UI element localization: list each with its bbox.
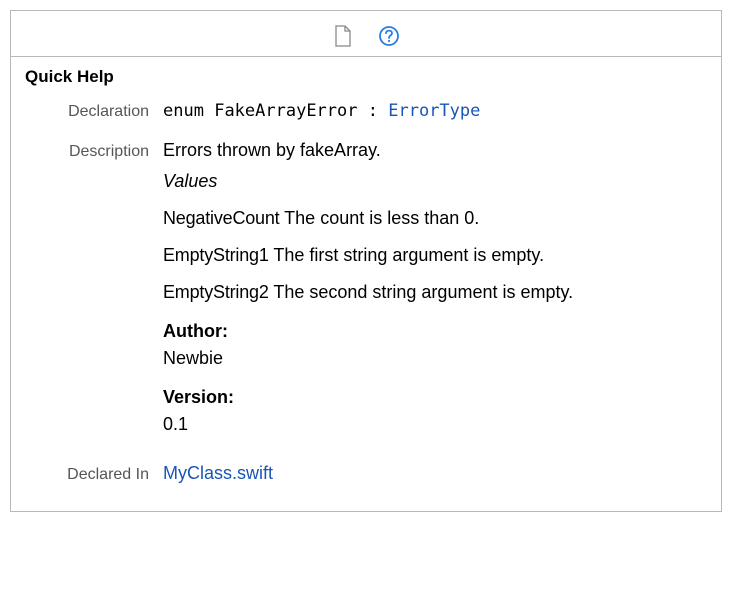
declaration-value: enum FakeArrayError : ErrorType — [163, 99, 701, 125]
description-summary: Errors thrown by fakeArray. — [163, 137, 701, 164]
declared-in-value: MyClass.swift — [163, 460, 701, 487]
content-area: Declaration enum FakeArrayError : ErrorT… — [11, 95, 721, 511]
value-item: NegativeCount The count is less than 0. — [163, 205, 701, 232]
panel-title: Quick Help — [11, 57, 721, 95]
values-heading: Values — [163, 168, 701, 195]
quick-help-panel: Quick Help Declaration enum FakeArrayErr… — [10, 10, 722, 512]
document-icon[interactable] — [332, 25, 354, 47]
value-name: EmptyString1 — [163, 245, 269, 265]
description-value: Errors thrown by fakeArray. Values Negat… — [163, 137, 701, 448]
version-label: Version: — [163, 384, 701, 411]
description-label: Description — [31, 143, 163, 161]
value-desc: The first string argument is empty. — [273, 245, 544, 265]
value-item: EmptyString2 The second string argument … — [163, 279, 701, 306]
value-name: NegativeCount — [163, 208, 279, 228]
value-desc: The second string argument is empty. — [273, 282, 573, 302]
declaration-name: FakeArrayError — [214, 101, 357, 121]
value-name: EmptyString2 — [163, 282, 269, 302]
value-desc: The count is less than 0. — [284, 208, 479, 228]
value-item: EmptyString1 The first string argument i… — [163, 242, 701, 269]
declaration-colon: : — [368, 101, 378, 121]
author-label: Author: — [163, 318, 701, 345]
toolbar — [11, 11, 721, 57]
description-row: Description Errors thrown by fakeArray. … — [31, 137, 701, 448]
version-block: Version: 0.1 — [163, 384, 701, 438]
declaration-type-link[interactable]: ErrorType — [388, 101, 480, 121]
version-value: 0.1 — [163, 411, 701, 438]
declared-in-row: Declared In MyClass.swift — [31, 460, 701, 487]
declaration-keyword: enum — [163, 101, 204, 121]
declaration-row: Declaration enum FakeArrayError : ErrorT… — [31, 99, 701, 125]
author-value: Newbie — [163, 345, 701, 372]
help-icon[interactable] — [378, 25, 400, 47]
author-block: Author: Newbie — [163, 318, 701, 372]
declaration-label: Declaration — [31, 103, 163, 121]
declared-in-file-link[interactable]: MyClass.swift — [163, 463, 273, 483]
declared-in-label: Declared In — [31, 466, 163, 484]
